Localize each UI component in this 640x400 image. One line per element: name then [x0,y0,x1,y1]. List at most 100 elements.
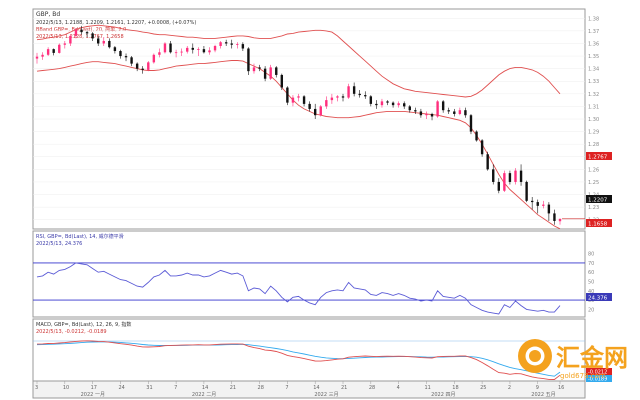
candle-body [386,101,389,103]
candle-body [113,47,117,52]
candle-body [69,35,72,44]
macd-panel-frame [32,318,586,382]
candle-body [252,67,256,72]
upper-band-badge: 1.2767 [588,155,608,161]
price-y-tick: 1.29 [588,130,599,136]
candle-body [369,96,373,104]
rsi-y-tick: 50 [588,280,594,286]
rsi-panel-frame [32,230,586,318]
candle-body [514,170,517,182]
candle-body [458,110,462,114]
x-day-tick: 3 [35,385,38,391]
candle-body [308,103,311,109]
price-y-tick: 1.34 [588,67,599,73]
x-day-tick: 10 [63,385,69,391]
candle-body [336,96,339,98]
candle-body [403,103,406,107]
x-day-tick: 2 [508,385,511,391]
chart-canvas: GBP, Bd 2022/5/13, 1.2188, 1.2209, 1.216… [32,8,628,399]
x-axis-strip [32,380,586,399]
x-day-tick: 21 [230,385,236,391]
candle-body [464,110,467,116]
candle-body [163,43,167,53]
x-day-tick: 14 [202,385,208,391]
price-y-tick: 1.30 [588,117,599,123]
logo-wordmark: 汇金网 [556,344,628,372]
candle-body [208,50,211,53]
candle-body [319,106,322,116]
x-day-tick: 4 [397,385,400,391]
candle-body [169,43,172,53]
x-day-tick: 28 [369,385,375,391]
candle-body [241,44,245,49]
candle-body [219,42,222,46]
candle-body [258,67,261,69]
macd-values-line: 2022/5/13, -0.0212, -0.0189 [36,329,107,335]
candle-body [180,51,183,53]
price-y-tick: 1.25 [588,180,599,186]
price-name-line: GBP, Bd [36,11,60,18]
candle-body [347,86,350,98]
candle-body [275,67,278,75]
price-y-tick: 1.38 [588,16,599,22]
candle-body [191,47,194,50]
candle-body [441,101,445,111]
price-y-tick: 1.33 [588,79,599,85]
candle-body [186,47,189,52]
candle-body [135,63,139,69]
candle-body [302,96,306,104]
x-month-label: 2022 二月 [192,392,216,398]
candle-body [174,52,178,54]
candle-body [397,103,400,106]
rsi-y-tick: 70 [588,261,594,267]
candle-body [492,169,495,182]
candle-body [486,154,489,170]
x-month-label: 2022 四月 [431,392,455,398]
candle-body [247,48,250,72]
price-y-tick: 1.23 [588,205,599,211]
candle-body [280,74,284,88]
candle-body [102,40,105,44]
logo-url: gold678.com [560,372,606,380]
candle-body [508,173,512,182]
candle-body [297,96,300,98]
rsi-y-tick: 80 [588,252,594,258]
logo-core-circle [529,350,541,362]
candle-body [341,96,345,98]
x-month-label: 2022 一月 [81,392,105,398]
candle-body [197,49,200,50]
x-day-tick: 18 [452,385,458,391]
candle-body [91,33,94,39]
rsi-badge: 24.376 [588,296,608,302]
candle-body [419,111,423,116]
x-month-label: 2022 三月 [314,392,338,398]
x-day-tick: 21 [341,385,347,391]
x-day-tick: 24 [118,385,124,391]
candle-body [553,213,556,221]
candle-body [325,100,328,107]
candle-body [213,45,217,51]
candle-body [364,95,367,97]
price-y-tick: 1.26 [588,167,599,173]
candle-body [41,54,44,57]
candle-body [480,140,484,155]
candle-body [530,200,534,203]
x-day-tick: 28 [258,385,264,391]
candle-body [313,108,317,116]
bbands-values-line: 2022/5/13, 1.2128, 1.2767, 1.2658 [36,34,124,40]
candle-body [375,103,378,106]
candle-body [80,29,83,33]
candle-body [436,101,439,117]
candle-body [35,56,39,59]
candle-body [408,106,411,111]
price-y-tick: 1.32 [588,92,599,98]
candle-body [158,52,161,55]
candle-body [430,113,434,117]
x-day-tick: 9 [536,385,539,391]
candle-body [547,204,551,214]
x-day-tick: 16 [558,385,564,391]
x-day-tick: 11 [424,385,430,391]
candle-body [124,56,128,58]
candle-body [291,97,295,103]
candle-body [119,51,122,57]
